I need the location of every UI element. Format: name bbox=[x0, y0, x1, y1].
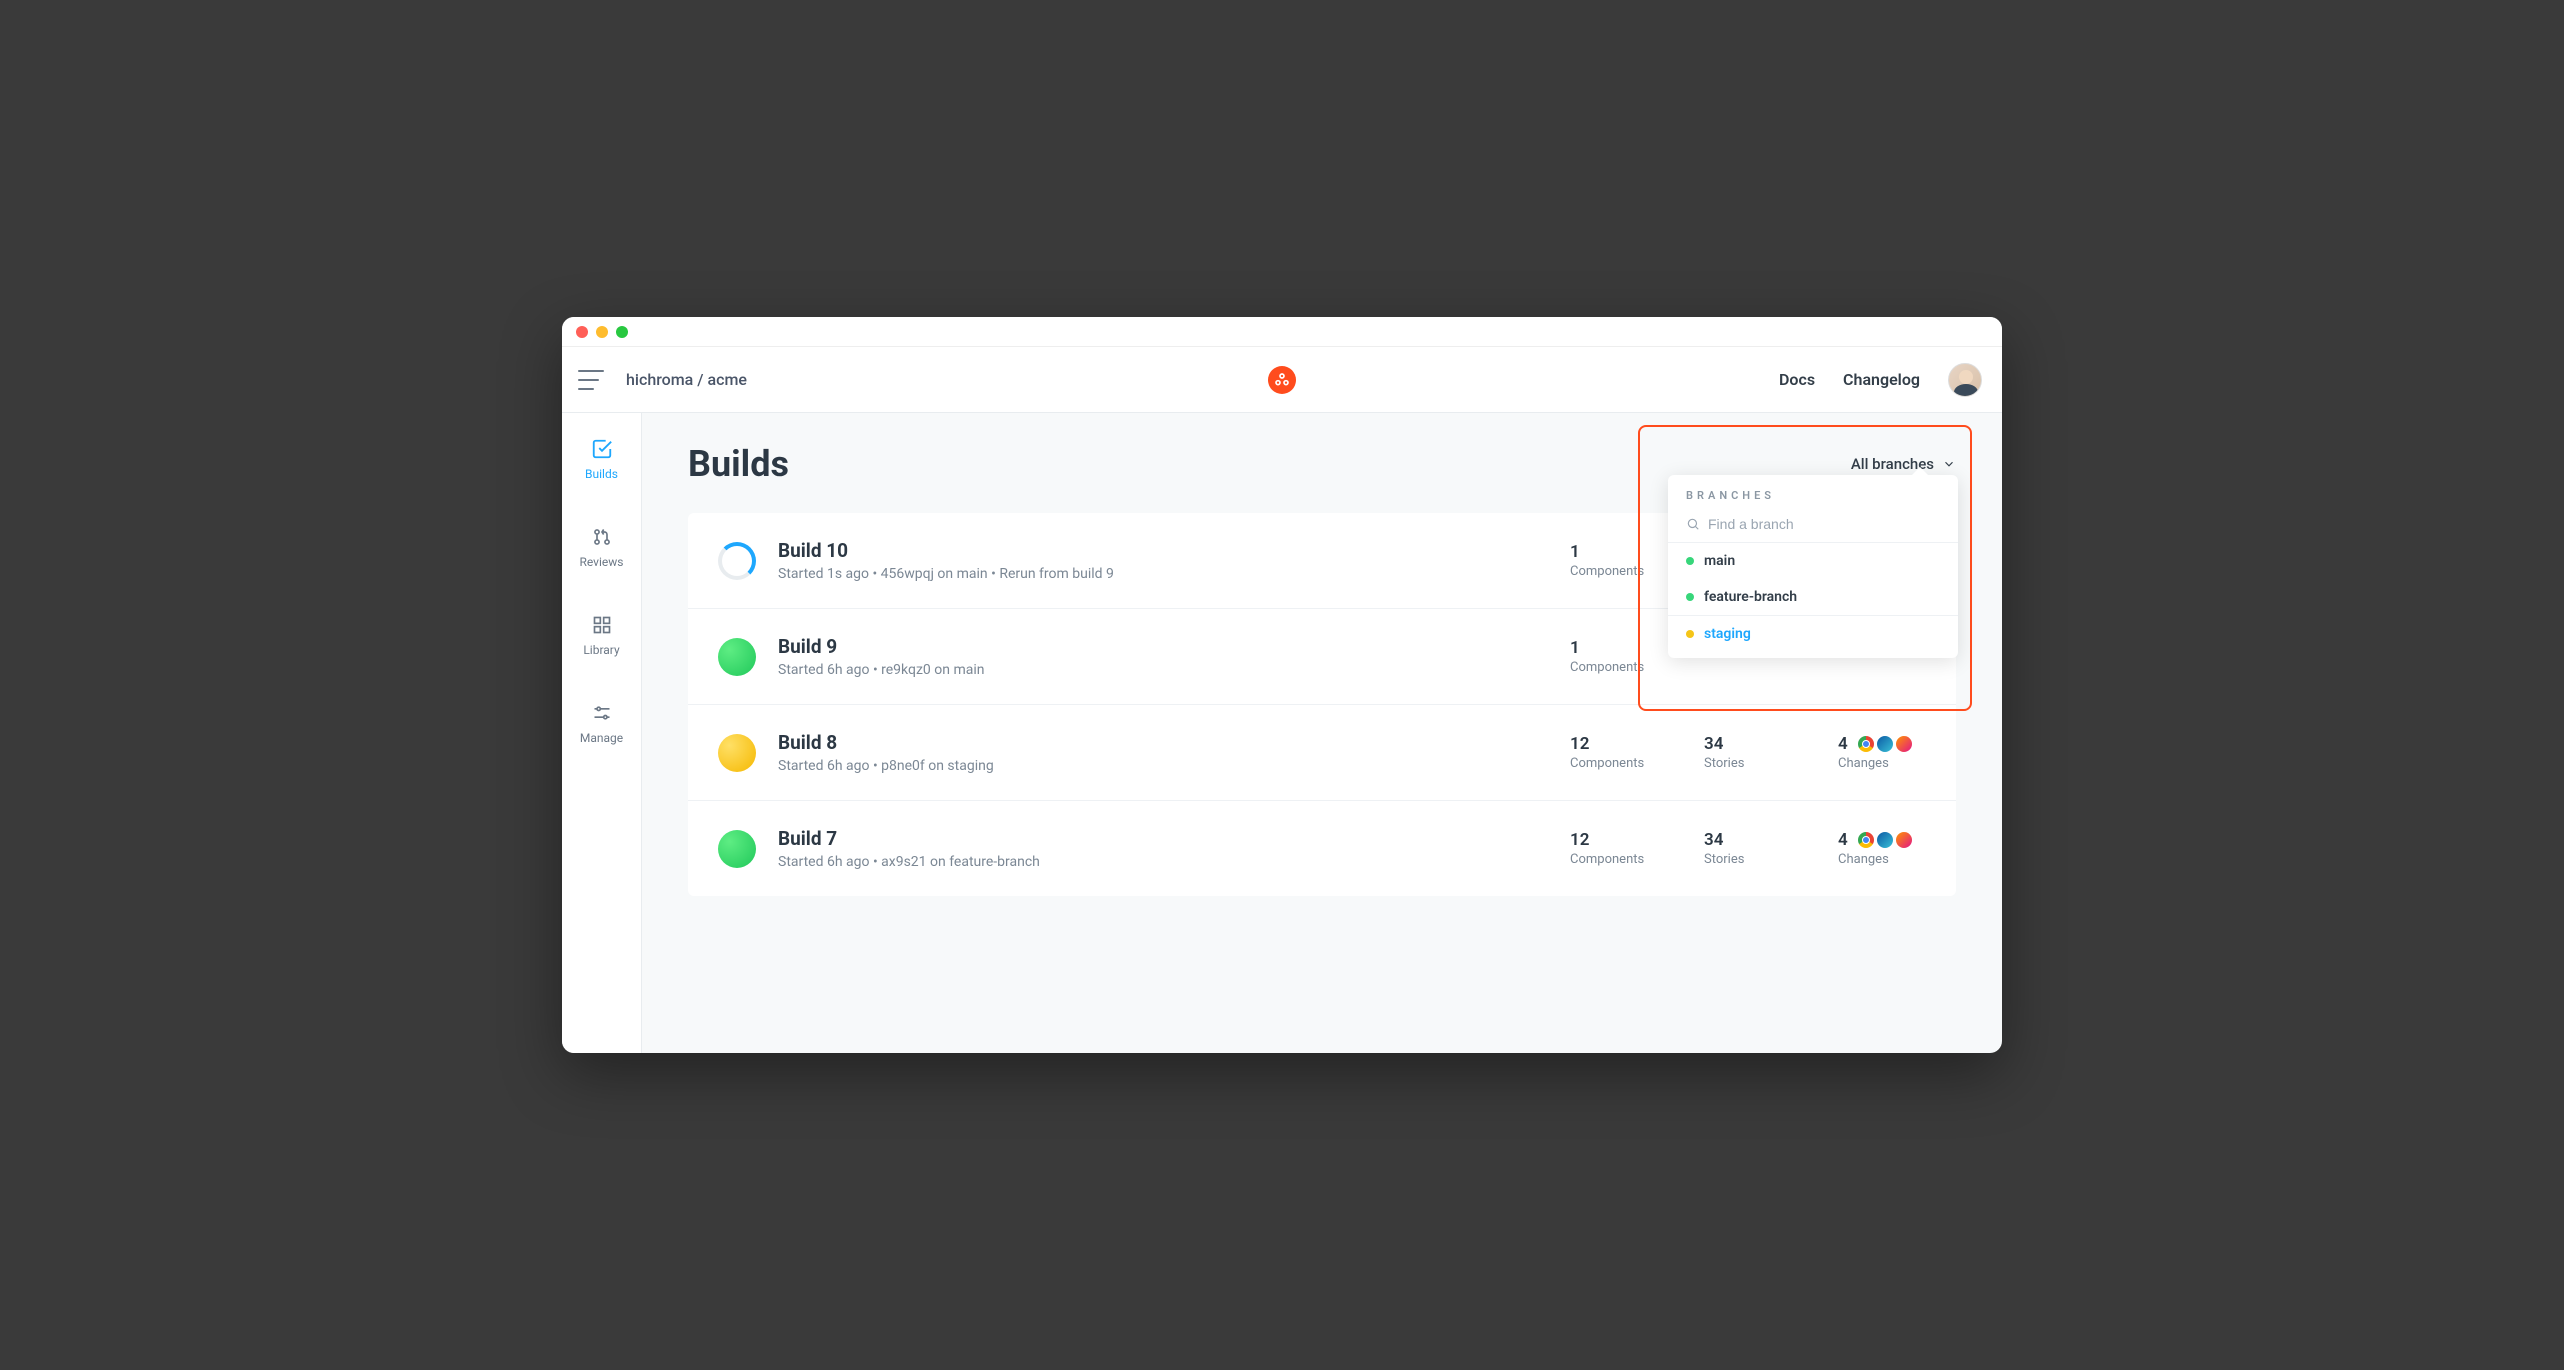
breadcrumb[interactable]: hichroma / acme bbox=[626, 370, 747, 389]
chromatic-logo-icon[interactable] bbox=[1268, 366, 1296, 394]
sidebar-item-label: Builds bbox=[585, 467, 618, 481]
app-window: hichroma / acme Docs Changelog Builds Re… bbox=[562, 317, 2002, 1053]
build-info: Build 10 Started 1s ago • 456wpqj on main… bbox=[778, 539, 1570, 582]
page-title: Builds bbox=[688, 443, 789, 485]
edge-icon bbox=[1877, 736, 1893, 752]
firefox-icon bbox=[1896, 832, 1912, 848]
build-stats: 12 Components 34 Stories 4 Changes bbox=[1570, 830, 1926, 867]
branch-selector[interactable]: All branches bbox=[1851, 455, 1956, 473]
build-title: Build 9 bbox=[778, 635, 1570, 658]
docs-link[interactable]: Docs bbox=[1779, 370, 1815, 389]
stat-components: 12 Components bbox=[1570, 734, 1658, 771]
stat-changes: 4 Changes bbox=[1838, 734, 1926, 771]
branch-search-input[interactable] bbox=[1708, 516, 1940, 532]
branch-option-main[interactable]: main bbox=[1668, 543, 1958, 579]
dropdown-header: BRANCHES bbox=[1668, 489, 1958, 512]
main-content: Builds All branches BRANCHES main feature… bbox=[642, 413, 2002, 1053]
stat-label: Stories bbox=[1704, 756, 1792, 771]
build-title: Build 8 bbox=[778, 731, 1570, 754]
stat-changes: 4 Changes bbox=[1838, 830, 1926, 867]
stat-components: 12 Components bbox=[1570, 830, 1658, 867]
build-status-icon bbox=[718, 734, 756, 772]
stat-label: Components bbox=[1570, 852, 1658, 867]
stat-label: Changes bbox=[1838, 756, 1926, 771]
build-status-icon bbox=[718, 542, 756, 580]
stat-value: 34 bbox=[1704, 830, 1792, 850]
stat-value: 12 bbox=[1570, 830, 1658, 850]
stat-components: 1 Components bbox=[1570, 542, 1658, 579]
status-dot-icon bbox=[1686, 630, 1694, 638]
stat-value: 1 bbox=[1570, 542, 1658, 562]
stat-label: Components bbox=[1570, 660, 1658, 675]
branch-dropdown: BRANCHES main feature-branch staging bbox=[1668, 475, 1958, 658]
browser-icons bbox=[1858, 736, 1912, 752]
build-subtitle: Started 6h ago • p8ne0f on staging bbox=[778, 758, 1570, 774]
search-icon bbox=[1686, 517, 1700, 531]
branch-option-staging[interactable]: staging bbox=[1668, 615, 1958, 652]
sidebar-item-manage[interactable]: Manage bbox=[562, 701, 641, 745]
stat-value: 12 bbox=[1570, 734, 1658, 754]
build-stats: 12 Components 34 Stories 4 Changes bbox=[1570, 734, 1926, 771]
chrome-icon bbox=[1858, 832, 1874, 848]
sidebar-item-label: Manage bbox=[580, 731, 623, 745]
check-square-icon bbox=[590, 437, 614, 461]
branch-option-label: feature-branch bbox=[1704, 589, 1797, 605]
menu-icon[interactable] bbox=[578, 370, 604, 390]
grid-icon bbox=[590, 613, 614, 637]
stat-value: 4 bbox=[1838, 734, 1926, 754]
build-status-icon bbox=[718, 830, 756, 868]
stat-stories: 34 Stories bbox=[1704, 830, 1792, 867]
sidebar-item-label: Library bbox=[583, 643, 619, 657]
window-close-button[interactable] bbox=[576, 326, 588, 338]
edge-icon bbox=[1877, 832, 1893, 848]
chevron-down-icon bbox=[1942, 457, 1956, 471]
build-subtitle: Started 1s ago • 456wpqj on main • Rerun… bbox=[778, 566, 1570, 582]
stat-label: Components bbox=[1570, 564, 1658, 579]
build-row[interactable]: Build 7 Started 6h ago • ax9s21 on featur… bbox=[688, 801, 1956, 896]
sidebar-item-label: Reviews bbox=[580, 555, 624, 569]
window-minimize-button[interactable] bbox=[596, 326, 608, 338]
stat-stories: 34 Stories bbox=[1704, 734, 1792, 771]
sidebar-item-reviews[interactable]: Reviews bbox=[562, 525, 641, 569]
titlebar bbox=[562, 317, 2002, 347]
sidebar-item-library[interactable]: Library bbox=[562, 613, 641, 657]
topbar: hichroma / acme Docs Changelog bbox=[562, 347, 2002, 413]
build-info: Build 7 Started 6h ago • ax9s21 on featur… bbox=[778, 827, 1570, 870]
build-status-icon bbox=[718, 638, 756, 676]
build-title: Build 7 bbox=[778, 827, 1570, 850]
stat-value: 4 bbox=[1838, 830, 1926, 850]
sidebar: Builds Reviews Library Manage bbox=[562, 413, 642, 1053]
browser-icons bbox=[1858, 832, 1912, 848]
stat-components: 1 Components bbox=[1570, 638, 1658, 675]
build-info: Build 9 Started 6h ago • re9kqz0 on main bbox=[778, 635, 1570, 678]
changelog-link[interactable]: Changelog bbox=[1843, 370, 1920, 389]
firefox-icon bbox=[1896, 736, 1912, 752]
branch-option-label: main bbox=[1704, 553, 1735, 569]
stat-value: 34 bbox=[1704, 734, 1792, 754]
chrome-icon bbox=[1858, 736, 1874, 752]
branch-search[interactable] bbox=[1668, 512, 1958, 543]
stat-label: Stories bbox=[1704, 852, 1792, 867]
sidebar-item-builds[interactable]: Builds bbox=[562, 437, 641, 481]
window-maximize-button[interactable] bbox=[616, 326, 628, 338]
branch-option-feature-branch[interactable]: feature-branch bbox=[1668, 579, 1958, 615]
status-dot-icon bbox=[1686, 557, 1694, 565]
build-subtitle: Started 6h ago • ax9s21 on feature-branc… bbox=[778, 854, 1570, 870]
avatar[interactable] bbox=[1948, 363, 1982, 397]
branch-option-label: staging bbox=[1704, 626, 1751, 642]
build-info: Build 8 Started 6h ago • p8ne0f on stagin… bbox=[778, 731, 1570, 774]
sliders-icon bbox=[590, 701, 614, 725]
stat-value: 1 bbox=[1570, 638, 1658, 658]
stat-label: Changes bbox=[1838, 852, 1926, 867]
build-subtitle: Started 6h ago • re9kqz0 on main bbox=[778, 662, 1570, 678]
build-row[interactable]: Build 8 Started 6h ago • p8ne0f on stagin… bbox=[688, 705, 1956, 801]
pull-request-icon bbox=[590, 525, 614, 549]
stat-label: Components bbox=[1570, 756, 1658, 771]
status-dot-icon bbox=[1686, 593, 1694, 601]
build-title: Build 10 bbox=[778, 539, 1570, 562]
